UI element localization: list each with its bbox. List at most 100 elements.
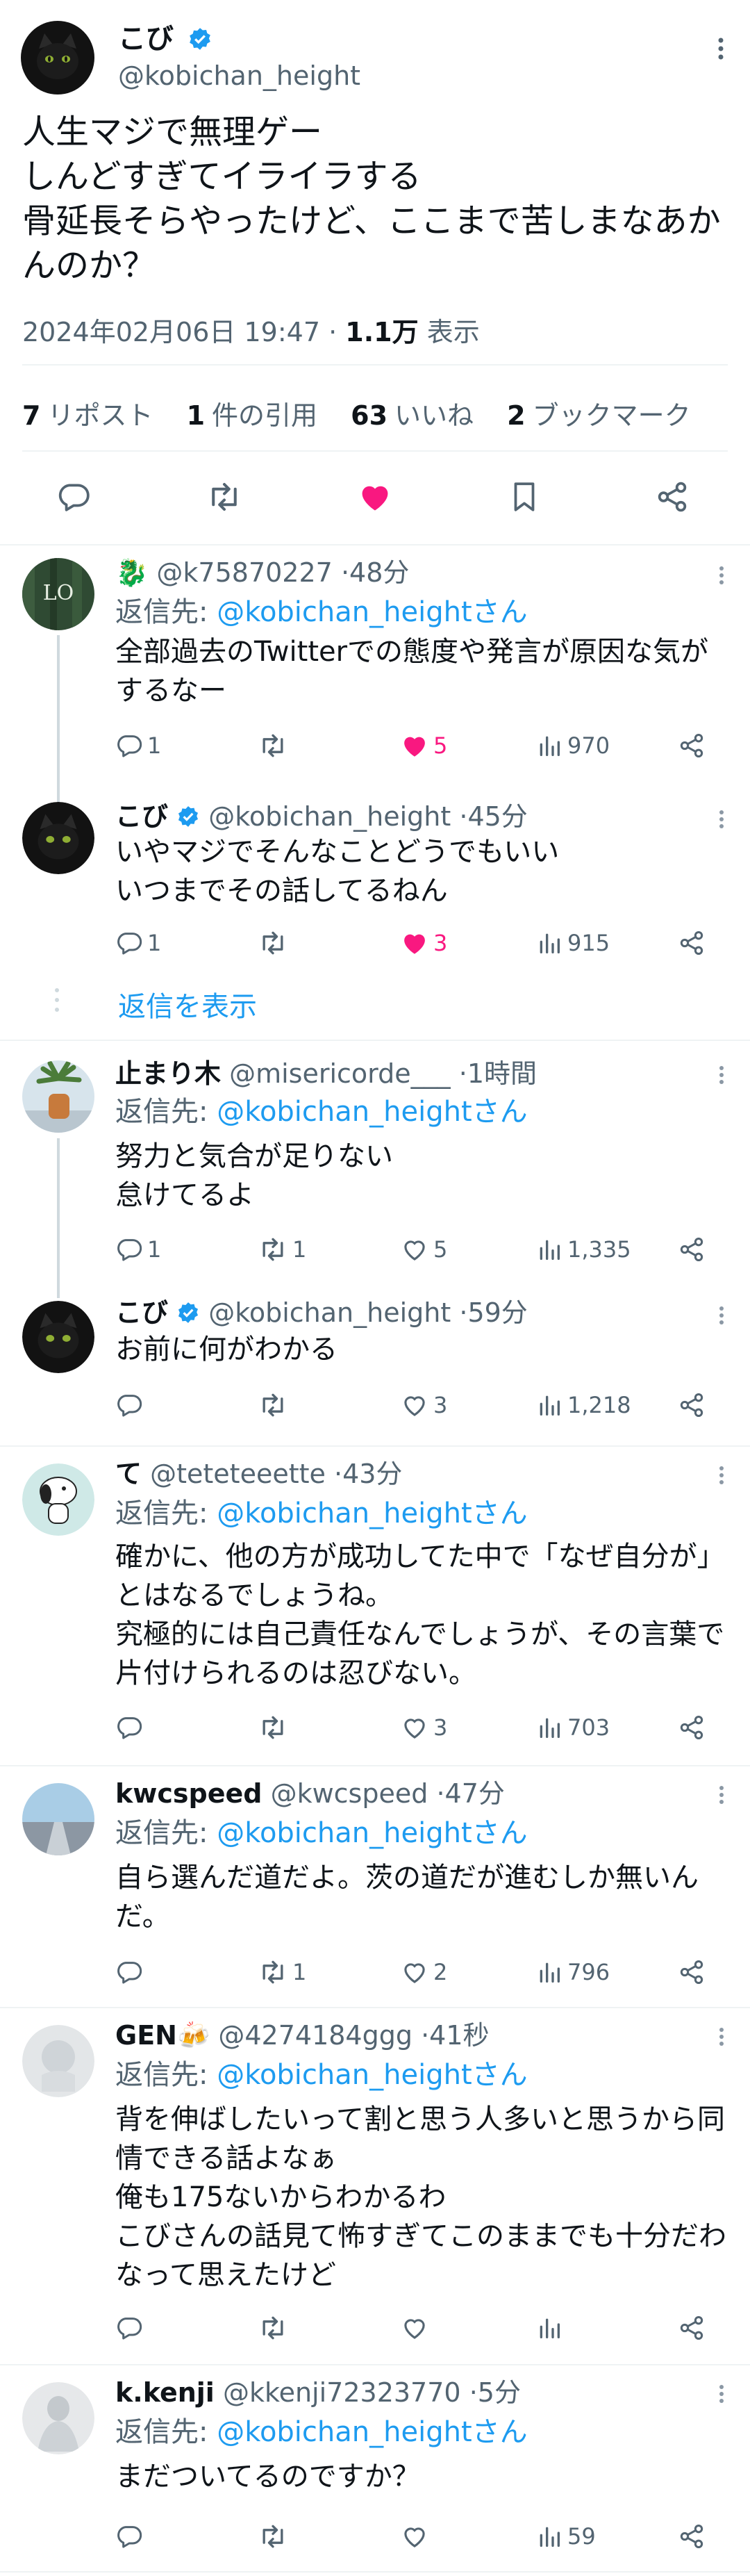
author-name[interactable]: こび <box>115 801 168 832</box>
views-button[interactable]: 1,335 <box>535 1233 631 1266</box>
share-icon[interactable] <box>651 476 693 518</box>
stat-likes[interactable]: 63 いいね <box>351 400 474 431</box>
replying-to-handle[interactable]: @kobichan_heightさん <box>217 1498 527 1529</box>
avatar[interactable] <box>22 1783 94 1855</box>
retweet-button[interactable]: 1 <box>258 1955 306 1989</box>
reply-button[interactable] <box>115 1955 147 1989</box>
like-button[interactable]: 2 <box>400 1955 447 1989</box>
more-options-icon[interactable] <box>718 2384 725 2404</box>
share-button[interactable] <box>678 2311 706 2345</box>
views-button[interactable]: 59 <box>535 2520 596 2553</box>
views-button[interactable]: 796 <box>535 1955 610 1989</box>
reply-time[interactable]: 59分 <box>467 1297 527 1328</box>
replying-to-handle[interactable]: @kobichan_heightさん <box>217 2059 527 2091</box>
avatar[interactable] <box>22 2382 94 2454</box>
like-button[interactable]: 3 <box>400 926 447 960</box>
show-replies-link[interactable]: 返信を表示 <box>118 984 257 1024</box>
like-button[interactable] <box>400 2311 433 2345</box>
author-handle[interactable]: @kobichan_height <box>208 1297 451 1328</box>
reply-time[interactable]: 45分 <box>467 801 527 832</box>
more-options-icon[interactable] <box>718 1465 725 1486</box>
share-button[interactable] <box>678 926 706 960</box>
reply-button[interactable]: 1 <box>115 926 161 960</box>
replying-to-handle[interactable]: @kobichan_heightさん <box>217 1096 527 1128</box>
retweet-button[interactable] <box>258 729 292 762</box>
reply-icon[interactable] <box>53 476 94 518</box>
avatar[interactable]: LO <box>22 558 94 630</box>
bookmark-icon[interactable] <box>503 476 545 518</box>
stat-reposts[interactable]: 7 リポスト <box>22 400 153 431</box>
views-button[interactable] <box>535 2311 567 2345</box>
share-button[interactable] <box>678 1233 706 1266</box>
replying-to-handle[interactable]: @kobichan_heightさん <box>217 596 527 628</box>
reply-button[interactable] <box>115 2311 147 2345</box>
author-handle[interactable]: @k75870227 <box>156 557 332 588</box>
views-button[interactable]: 1,218 <box>535 1388 631 1422</box>
reply-time[interactable]: 48分 <box>349 557 409 588</box>
reply-time[interactable]: 5分 <box>478 2377 521 2408</box>
author-handle[interactable]: @4274184ggg <box>218 2020 412 2051</box>
avatar[interactable] <box>22 802 94 874</box>
more-options-icon[interactable] <box>718 565 725 586</box>
author-handle[interactable]: @misericorde___ <box>229 1058 451 1089</box>
author-name[interactable]: て <box>115 1459 142 1489</box>
retweet-button[interactable] <box>258 2520 292 2553</box>
avatar[interactable] <box>22 1463 94 1536</box>
author-name[interactable]: GEN🍻 <box>115 2020 210 2051</box>
tweet-datetime[interactable]: 2024年02月06日 19:47 <box>22 317 320 347</box>
share-button[interactable] <box>678 1955 706 1989</box>
author-handle[interactable]: @kobichan_height <box>118 58 360 93</box>
more-options-icon[interactable] <box>718 809 725 830</box>
stat-quotes[interactable]: 1 件の引用 <box>187 400 317 431</box>
like-button[interactable]: 3 <box>400 1388 447 1422</box>
more-options-icon[interactable] <box>717 36 725 61</box>
share-button[interactable] <box>678 729 706 762</box>
avatar[interactable] <box>22 2025 94 2097</box>
author-handle[interactable]: @kkenji72323770 <box>223 2377 461 2408</box>
share-button[interactable] <box>678 2520 706 2553</box>
share-button[interactable] <box>678 1388 706 1422</box>
reply-button[interactable]: 1 <box>115 1233 161 1266</box>
like-button[interactable]: 5 <box>400 1233 447 1266</box>
reply-button[interactable] <box>115 2520 147 2553</box>
like-button[interactable] <box>400 2520 433 2553</box>
replying-to-handle[interactable]: @kobichan_heightさん <box>217 2416 527 2448</box>
retweet-button[interactable] <box>258 1711 292 1744</box>
reply-time[interactable]: 43分 <box>342 1459 402 1489</box>
author-handle[interactable]: @teteteeette <box>150 1459 326 1489</box>
retweet-icon[interactable] <box>203 476 245 518</box>
author-name[interactable]: k.kenji <box>115 2377 215 2408</box>
author-handle[interactable]: @kwcspeed <box>271 1778 428 1809</box>
views-button[interactable]: 915 <box>535 926 610 960</box>
like-button[interactable]: 3 <box>400 1711 447 1744</box>
reply-button[interactable]: 1 <box>115 729 161 762</box>
views-button[interactable]: 970 <box>535 729 610 762</box>
author-name[interactable]: 止まり木 <box>115 1058 221 1089</box>
avatar[interactable] <box>22 1301 94 1373</box>
reply-button[interactable] <box>115 1388 147 1422</box>
share-button[interactable] <box>678 1711 706 1744</box>
avatar[interactable] <box>22 1060 94 1133</box>
retweet-button[interactable] <box>258 1388 292 1422</box>
reply-button[interactable] <box>115 1711 147 1744</box>
author-name[interactable]: こび <box>118 21 212 57</box>
author-handle[interactable]: @kobichan_height <box>208 801 451 832</box>
more-options-icon[interactable] <box>718 2026 725 2047</box>
more-options-icon[interactable] <box>718 1785 725 1805</box>
reply-time[interactable]: 47分 <box>445 1778 505 1809</box>
more-options-icon[interactable] <box>718 1065 725 1085</box>
avatar[interactable] <box>21 21 94 95</box>
author-name[interactable]: kwcspeed <box>115 1778 262 1809</box>
retweet-button[interactable]: 1 <box>258 1233 306 1266</box>
like-button[interactable]: 5 <box>400 729 447 762</box>
reply-time[interactable]: 1時間 <box>467 1058 537 1089</box>
replying-to-handle[interactable]: @kobichan_heightさん <box>217 1817 527 1849</box>
retweet-button[interactable] <box>258 2311 292 2345</box>
more-options-icon[interactable] <box>718 1305 725 1326</box>
author-name[interactable]: こび <box>115 1297 168 1328</box>
views-button[interactable]: 703 <box>535 1711 610 1744</box>
reply-time[interactable]: 41秒 <box>429 2020 489 2051</box>
retweet-button[interactable] <box>258 926 292 960</box>
stat-bookmarks[interactable]: 2 ブックマーク <box>507 400 690 431</box>
like-icon-filled[interactable] <box>354 476 396 518</box>
